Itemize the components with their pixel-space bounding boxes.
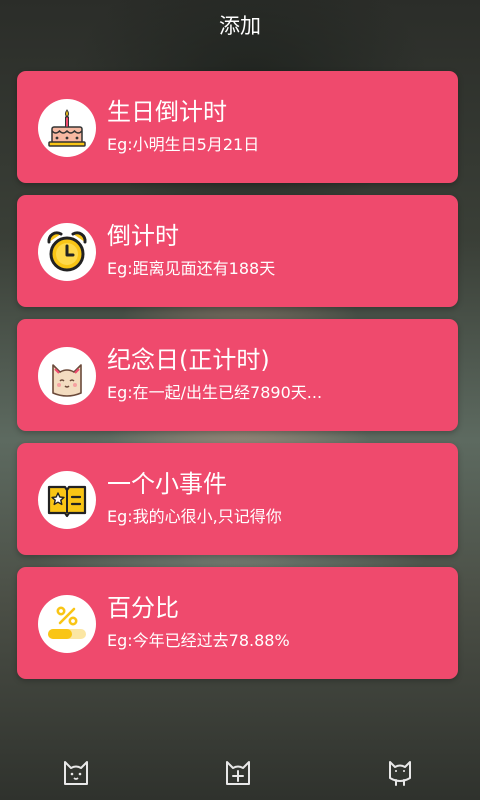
card-title: 一个小事件: [107, 470, 227, 498]
tab-profile[interactable]: [380, 754, 420, 794]
add-tab-icon: [222, 756, 254, 792]
card-percentage[interactable]: 百分比 Eg:今年已经过去78.88%: [17, 567, 458, 679]
tab-add[interactable]: [218, 754, 258, 794]
card-small-event[interactable]: 一个小事件 Eg:我的心很小,只记得你: [17, 443, 458, 555]
card-title: 百分比: [107, 594, 179, 622]
title-bar: 添加: [0, 0, 480, 50]
cat-profile-icon: [384, 756, 416, 792]
card-subtitle: Eg:今年已经过去78.88%: [107, 631, 290, 650]
card-title: 生日倒计时: [107, 98, 227, 126]
card-birthday-countdown[interactable]: 生日倒计时 Eg:小明生日5月21日: [17, 71, 458, 183]
page-title: 添加: [219, 14, 261, 38]
card-subtitle: Eg:我的心很小,只记得你: [107, 507, 282, 526]
bottom-tab-bar: [0, 748, 480, 800]
alarm-clock-icon: [38, 223, 96, 281]
card-subtitle: Eg:在一起/出生已经7890天...: [107, 383, 323, 402]
cake-icon: [38, 99, 96, 157]
card-anniversary[interactable]: 纪念日(正计时) Eg:在一起/出生已经7890天...: [17, 319, 458, 431]
card-subtitle: Eg:小明生日5月21日: [107, 135, 260, 154]
star-note-icon: [38, 471, 96, 529]
cat-face-icon: [38, 347, 96, 405]
card-countdown[interactable]: 倒计时 Eg:距离见面还有188天: [17, 195, 458, 307]
card-subtitle: Eg:距离见面还有188天: [107, 259, 276, 278]
card-title: 倒计时: [107, 222, 179, 250]
percent-progress-icon: [38, 595, 96, 653]
tab-home[interactable]: [56, 754, 96, 794]
card-title: 纪念日(正计时): [107, 346, 270, 374]
cat-home-icon: [60, 756, 92, 792]
